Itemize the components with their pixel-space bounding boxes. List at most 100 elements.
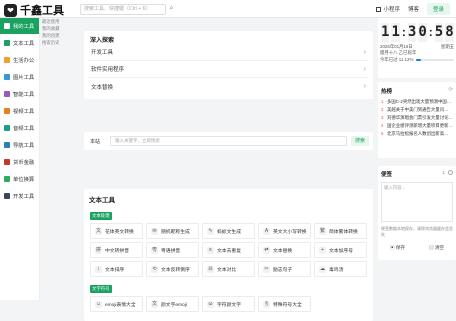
category-icon <box>4 40 10 46</box>
sidebar-sub-link[interactable]: 最近使用 <box>42 18 78 25</box>
note-textarea[interactable]: 输入内容... <box>381 182 453 222</box>
sidebar-item[interactable]: 我的工具 <box>0 18 39 34</box>
clock-digit: 0 <box>418 23 427 42</box>
blog-link[interactable]: 博客 <box>408 5 419 13</box>
tool-tile[interactable]: 粤粤语拼音 <box>146 242 199 258</box>
logo-text: 千鑫工具 <box>20 5 64 17</box>
tool-tile[interactable]: ω 字符颜文字 <box>202 296 255 312</box>
note-footer: 便签数据本地保存，清除浏览器缓存会丢失 <box>381 226 453 237</box>
sidebar-item-label: 智能工具 <box>13 92 35 98</box>
hot-list-item[interactable]: 5 北京马拉松报名人数创出新高… <box>378 130 456 138</box>
note-save-label: 保存 <box>395 245 406 250</box>
sidebar-item[interactable]: 货币金融 <box>0 154 39 170</box>
note-save-button[interactable]: ▣ 保存 <box>390 245 405 251</box>
sidebar-item-label: 音频工具 <box>13 126 35 132</box>
note-clear-label: 清空 <box>434 245 445 250</box>
tool-tile[interactable]: ⇄ 文本替换 <box>258 242 311 258</box>
hot-list-item[interactable]: 2 美越关于中美门到通告大量问… <box>378 106 456 114</box>
mini-program-label: 小程序 <box>383 7 400 13</box>
year-progress-label: 今年已过 11.12% <box>380 57 414 62</box>
hot-list-item[interactable]: 1 多国C-2突然出现大量预测中国… <box>378 98 456 106</box>
sidebar-item-label: 开发工具 <box>13 194 35 200</box>
tool-tile[interactable]: 文颜文字emoji <box>146 296 199 312</box>
tool-group-label: 文本处理 <box>90 212 112 220</box>
sidebar-item[interactable]: 开发工具 <box>0 188 39 204</box>
sidebar-item[interactable]: 图片工具 <box>0 69 39 85</box>
logo[interactable]: ❤ 千鑫工具 <box>4 2 64 18</box>
login-button[interactable]: 登录 <box>426 3 450 15</box>
tool-tile[interactable]: ✉ 随机昵称生成 <box>146 223 199 239</box>
tool-tile[interactable]: A 英文大小写转换 <box>258 223 311 239</box>
clock-colon: : <box>428 25 433 39</box>
clock-digit: 5 <box>434 23 444 42</box>
sidebar-item[interactable]: 视频工具 <box>0 103 39 119</box>
explore-row[interactable]: 文本替换 › <box>88 78 369 95</box>
search-input[interactable]: 搜索工具、快捷键（Ctrl + K） <box>80 4 166 15</box>
hot-list-item[interactable]: 4 国企业绩评测新增大量项目更新… <box>378 122 456 130</box>
sidebar-sub-link[interactable]: 我的收藏 <box>42 25 78 32</box>
tool-label: 特殊符号大全 <box>273 302 302 308</box>
category-icon <box>4 108 10 114</box>
tool-tile[interactable]: ✎ 蚂蚁文生成 <box>202 223 255 239</box>
tool-tile[interactable]: ↕ 文本排序 <box>90 261 143 277</box>
tool-icon: + <box>319 246 326 254</box>
sidebar-item[interactable]: 单位换算 <box>0 171 39 187</box>
hot-rank: 2 <box>381 107 384 112</box>
tool-group-label: 文字符号 <box>90 285 112 293</box>
sidebar-item[interactable]: 导航工具 <box>0 137 39 153</box>
tool-tile[interactable]: § 特殊符号大全 <box>258 296 311 312</box>
tool-tile[interactable]: ✂ 励志句子 <box>258 261 311 277</box>
tool-label: 字符颜文字 <box>217 302 241 308</box>
category-icon <box>4 125 10 131</box>
site-search-label[interactable]: 本站 <box>84 138 110 145</box>
sidebar-item[interactable]: 文本工具 <box>0 35 39 51</box>
category-icon <box>4 176 10 182</box>
tool-tile[interactable]: ☺ emoji表情大全 <box>90 296 143 312</box>
sidebar-sub-link[interactable]: 我的创建 <box>42 32 78 39</box>
sidebar-item[interactable]: 生活办公 <box>0 52 39 68</box>
hot-item-text: 刘德华演唱会门票引发大量讨论… <box>387 115 453 120</box>
site-search-button[interactable]: 搜索 <box>351 136 369 146</box>
sidebar-item-label: 文本工具 <box>13 41 35 47</box>
search-icon[interactable]: ⌕ <box>167 4 176 15</box>
tool-tile[interactable]: ≡ 文本去重复 <box>202 242 255 258</box>
clock-digit: 1 <box>381 23 390 42</box>
sidebar-sub-link[interactable]: 搜索历史 <box>42 39 78 46</box>
tool-label: 励志句子 <box>273 267 293 273</box>
note-card: 便签 1 输入内容... 便签数据本地保存，清除浏览器缓存会丢失 ▣ 保存 ▤ … <box>378 166 456 260</box>
tool-label: 毒鸡汤 <box>329 267 344 273</box>
year-progress-bar <box>416 59 454 61</box>
add-icon[interactable] <box>448 170 453 176</box>
hot-rank: 3 <box>381 115 384 120</box>
sidebar-item[interactable]: 智能工具 <box>0 86 39 102</box>
sidebar-item-label: 视频工具 <box>13 109 35 115</box>
sidebar-item[interactable]: 音频工具 <box>0 120 39 136</box>
note-clear-button[interactable]: ▤ 清空 <box>429 245 444 251</box>
explore-row-label: 开发工具 <box>91 50 114 56</box>
tool-grid: 文花体英文转换 ✉ 随机昵称生成 ✎ 蚂蚁文生成 A 英文大小写转换繁简体繁体转换拼中文转拼… <box>87 223 370 277</box>
clock-lunar: 腊月十八 乙巳蛇年 <box>380 50 417 55</box>
refresh-icon[interactable]: ⟳ <box>448 87 453 95</box>
tool-tile[interactable]: ⊟ 文本对比 <box>202 261 255 277</box>
category-icon <box>4 91 10 97</box>
tool-icon: ⇄ <box>263 246 270 254</box>
tool-label: 颜文字emoji <box>161 302 187 308</box>
tool-tile[interactable]: ☁ 毒鸡汤 <box>314 261 367 277</box>
tool-tile[interactable]: 拼中文转拼音 <box>90 242 143 258</box>
qr-icon <box>376 6 382 12</box>
tool-tile[interactable]: 文花体英文转换 <box>90 223 143 239</box>
tool-icon: A <box>263 227 270 235</box>
tool-icon: ☺ <box>95 300 102 308</box>
tool-tile[interactable]: + 文本加序号 <box>314 242 367 258</box>
chevron-right-icon: › <box>363 48 366 56</box>
tool-tile[interactable]: ⟲ 文本反转倒序 <box>146 261 199 277</box>
explore-row[interactable]: 开发工具 › <box>88 44 369 61</box>
clock-colon: : <box>401 25 406 39</box>
tool-icon: ⟲ <box>151 265 158 273</box>
mini-program-link[interactable]: 小程序 <box>376 5 400 13</box>
hot-list-item[interactable]: 3 刘德华演唱会门票引发大量讨论… <box>378 114 456 122</box>
tool-tile[interactable]: 繁简体繁体转换 <box>314 223 367 239</box>
tool-label: 英文大小写转换 <box>273 229 307 235</box>
site-search-input[interactable]: 输入关键字，立即搜索 <box>110 136 347 146</box>
explore-row[interactable]: 软件实用程序 › <box>88 61 369 78</box>
